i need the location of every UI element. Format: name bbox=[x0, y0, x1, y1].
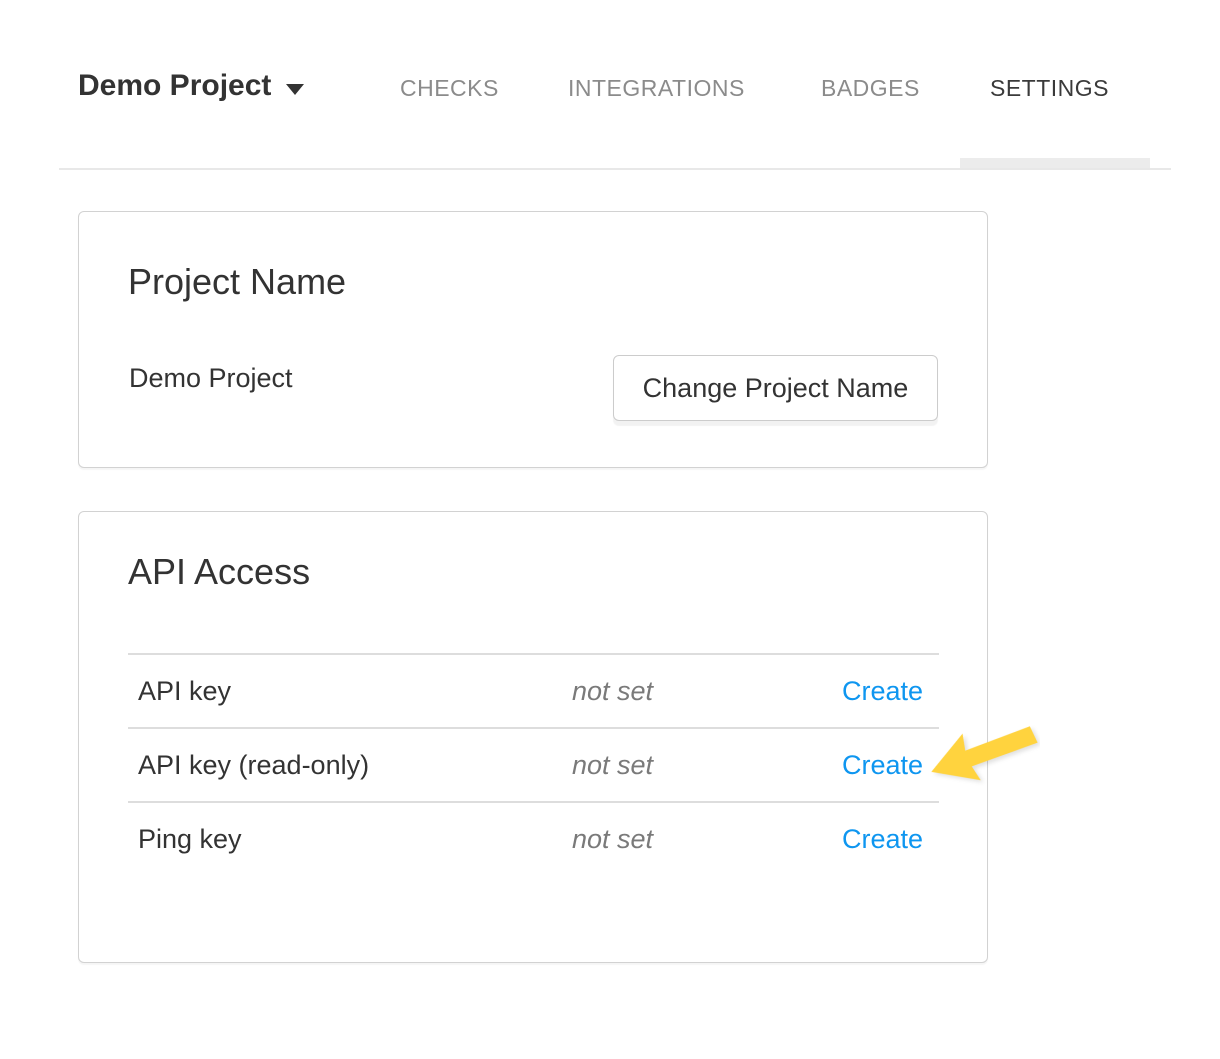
table-row-api-key: API key not set Create bbox=[128, 653, 939, 727]
tab-settings[interactable]: SETTINGS bbox=[990, 75, 1109, 101]
table-row-api-key-read-only: API key (read-only) not set Create bbox=[128, 727, 939, 801]
create-api-key-link[interactable]: Create bbox=[842, 676, 923, 706]
active-tab-indicator bbox=[960, 158, 1150, 168]
create-api-key-read-only-link[interactable]: Create bbox=[842, 750, 923, 780]
api-access-card-title: API Access bbox=[128, 552, 310, 592]
create-ping-key-link[interactable]: Create bbox=[842, 824, 923, 854]
project-title: Demo Project bbox=[78, 70, 271, 102]
project-current-name: Demo Project bbox=[129, 362, 293, 394]
settings-page: Demo Project CHECKS INTEGRATIONS BADGES … bbox=[0, 0, 1220, 1059]
nav-divider bbox=[59, 168, 1171, 170]
ping-key-label: Ping key bbox=[128, 824, 572, 855]
caret-down-icon bbox=[286, 84, 304, 95]
change-project-name-button[interactable]: Change Project Name bbox=[613, 355, 938, 421]
table-row-ping-key: Ping key not set Create bbox=[128, 801, 939, 875]
project-name-card-title: Project Name bbox=[128, 262, 346, 302]
ping-key-value: not set bbox=[572, 824, 833, 855]
api-key-read-only-label: API key (read-only) bbox=[128, 750, 572, 781]
api-key-value: not set bbox=[572, 676, 833, 707]
api-key-label: API key bbox=[128, 676, 572, 707]
tab-badges[interactable]: BADGES bbox=[821, 75, 920, 101]
api-keys-table: API key not set Create API key (read-onl… bbox=[128, 653, 939, 875]
tab-integrations[interactable]: INTEGRATIONS bbox=[568, 75, 745, 101]
project-name-card: Project Name Demo Project Change Project… bbox=[78, 211, 988, 468]
api-access-card: API Access API key not set Create API ke… bbox=[78, 511, 988, 963]
project-switcher-dropdown[interactable]: Demo Project bbox=[78, 70, 304, 102]
api-key-read-only-value: not set bbox=[572, 750, 833, 781]
tab-checks[interactable]: CHECKS bbox=[400, 75, 499, 101]
